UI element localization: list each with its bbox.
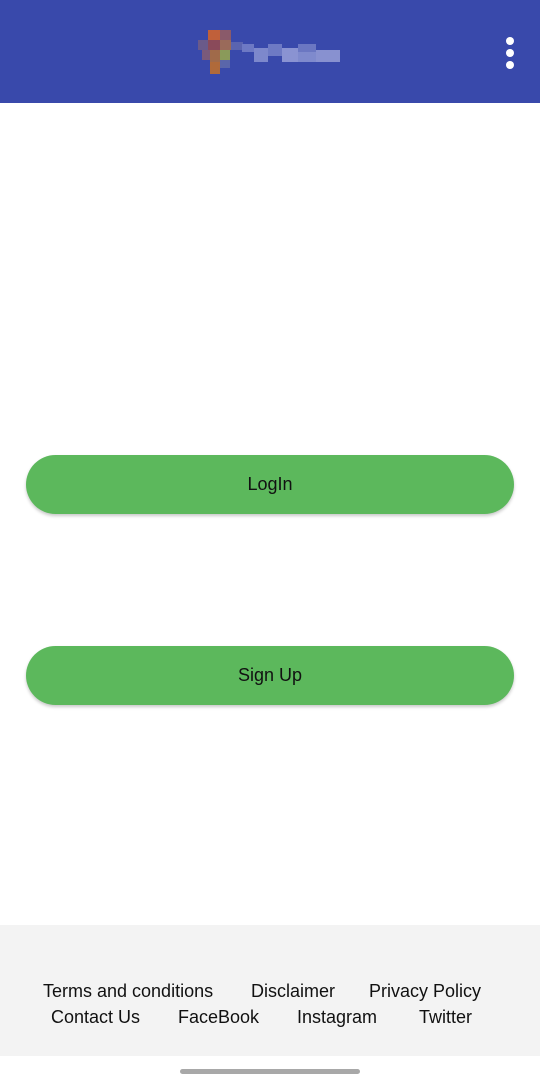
facebook-link[interactable]: FaceBook (178, 1007, 259, 1028)
terms-link[interactable]: Terms and conditions (43, 981, 213, 1002)
sign-up-button[interactable]: Sign Up (26, 646, 514, 705)
app-bar (0, 0, 540, 103)
logo-pixelated-image (198, 30, 340, 74)
menu-dot-icon (506, 37, 514, 45)
privacy-policy-link[interactable]: Privacy Policy (369, 981, 481, 1002)
footer: Terms and conditions Disclaimer Privacy … (0, 925, 540, 1056)
menu-dot-icon (506, 49, 514, 57)
twitter-link[interactable]: Twitter (419, 1007, 472, 1028)
overflow-menu-button[interactable] (498, 33, 522, 73)
home-indicator[interactable] (180, 1069, 360, 1074)
menu-dot-icon (506, 61, 514, 69)
system-navigation-bar (0, 1056, 540, 1085)
disclaimer-link[interactable]: Disclaimer (251, 981, 335, 1002)
app-logo (198, 30, 348, 76)
instagram-link[interactable]: Instagram (297, 1007, 377, 1028)
contact-us-link[interactable]: Contact Us (51, 1007, 140, 1028)
main-content: LogIn Sign Up (0, 103, 540, 925)
login-button[interactable]: LogIn (26, 455, 514, 514)
